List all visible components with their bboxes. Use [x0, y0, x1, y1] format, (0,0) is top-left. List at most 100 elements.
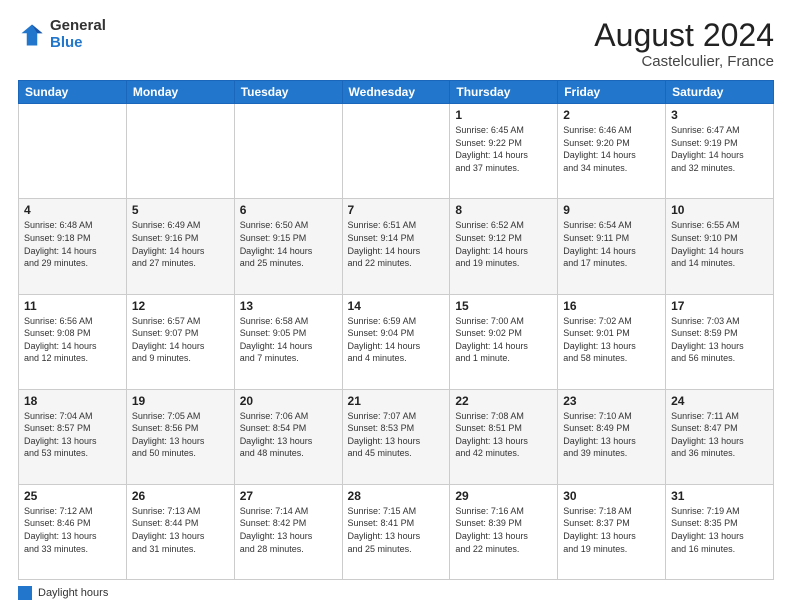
day-number: 3	[671, 108, 768, 122]
table-row: 16 Sunrise: 7:02 AM Sunset: 9:01 PM Dayli…	[558, 294, 666, 389]
day-number: 12	[132, 299, 229, 313]
day-info: Sunrise: 7:16 AM Sunset: 8:39 PM Dayligh…	[455, 505, 552, 555]
day-number: 25	[24, 489, 121, 503]
table-row: 2Sunrise: 6:46 AM Sunset: 9:20 PM Daylig…	[558, 104, 666, 199]
day-number: 11	[24, 299, 121, 313]
day-number: 28	[348, 489, 445, 503]
legend-color-box	[18, 586, 32, 600]
day-info: Sunrise: 7:00 AM Sunset: 9:02 PM Dayligh…	[455, 315, 552, 365]
table-row: 23 Sunrise: 7:10 AM Sunset: 8:49 PM Dayli…	[558, 389, 666, 484]
table-row: 3 Sunrise: 6:47 AM Sunset: 9:19 PM Daylig…	[666, 104, 774, 199]
calendar-week-row: 1 Sunrise: 6:45 AM Sunset: 9:22 PM Daylig…	[19, 104, 774, 199]
day-number: 30	[563, 489, 660, 503]
table-row: 26 Sunrise: 7:13 AM Sunset: 8:44 PM Dayli…	[126, 484, 234, 579]
day-number: 29	[455, 489, 552, 503]
day-number: 23	[563, 394, 660, 408]
day-info: Sunrise: 7:03 AM Sunset: 8:59 PM Dayligh…	[671, 315, 768, 365]
day-info: Sunrise: 6:58 AM Sunset: 9:05 PM Dayligh…	[240, 315, 337, 365]
col-sunday: Sunday	[19, 81, 127, 104]
day-number: 21	[348, 394, 445, 408]
day-number: 17	[671, 299, 768, 313]
day-number: 22	[455, 394, 552, 408]
table-row: 20Sunrise: 7:06 AM Sunset: 8:54 PM Dayli…	[234, 389, 342, 484]
day-info: Sunrise: 7:19 AM Sunset: 8:35 PM Dayligh…	[671, 505, 768, 555]
day-number: 16	[563, 299, 660, 313]
day-info: Sunrise: 6:54 AM Sunset: 9:11 PM Dayligh…	[563, 219, 660, 269]
calendar-week-row: 18Sunrise: 7:04 AM Sunset: 8:57 PM Dayli…	[19, 389, 774, 484]
col-monday: Monday	[126, 81, 234, 104]
table-row: 17 Sunrise: 7:03 AM Sunset: 8:59 PM Dayli…	[666, 294, 774, 389]
legend: Daylight hours	[18, 586, 774, 600]
col-thursday: Thursday	[450, 81, 558, 104]
day-info: Sunrise: 6:48 AM Sunset: 9:18 PM Dayligh…	[24, 219, 121, 269]
table-row: 25 Sunrise: 7:12 AM Sunset: 8:46 PM Dayli…	[19, 484, 127, 579]
day-info: Sunrise: 7:07 AM Sunset: 8:53 PM Dayligh…	[348, 410, 445, 460]
col-friday: Friday	[558, 81, 666, 104]
table-row: 14Sunrise: 6:59 AM Sunset: 9:04 PM Dayli…	[342, 294, 450, 389]
logo-general-text: General	[50, 18, 106, 35]
logo-icon	[18, 21, 46, 49]
day-info: Sunrise: 7:12 AM Sunset: 8:46 PM Dayligh…	[24, 505, 121, 555]
table-row: 30Sunrise: 7:18 AM Sunset: 8:37 PM Dayli…	[558, 484, 666, 579]
day-number: 6	[240, 203, 337, 217]
month-year-title: August 2024	[594, 18, 774, 53]
calendar-header-row: Sunday Monday Tuesday Wednesday Thursday…	[19, 81, 774, 104]
legend-label: Daylight hours	[38, 587, 108, 599]
table-row: 31 Sunrise: 7:19 AM Sunset: 8:35 PM Dayli…	[666, 484, 774, 579]
logo-blue-text: Blue	[50, 35, 106, 52]
table-row	[342, 104, 450, 199]
day-info: Sunrise: 7:04 AM Sunset: 8:57 PM Dayligh…	[24, 410, 121, 460]
day-number: 31	[671, 489, 768, 503]
table-row: 12 Sunrise: 6:57 AM Sunset: 9:07 PM Dayli…	[126, 294, 234, 389]
table-row: 4 Sunrise: 6:48 AM Sunset: 9:18 PM Daylig…	[19, 199, 127, 294]
day-info: Sunrise: 7:13 AM Sunset: 8:44 PM Dayligh…	[132, 505, 229, 555]
day-number: 1	[455, 108, 552, 122]
table-row: 18Sunrise: 7:04 AM Sunset: 8:57 PM Dayli…	[19, 389, 127, 484]
day-number: 13	[240, 299, 337, 313]
logo: General Blue	[18, 18, 106, 51]
table-row: 24Sunrise: 7:11 AM Sunset: 8:47 PM Dayli…	[666, 389, 774, 484]
table-row: 19 Sunrise: 7:05 AM Sunset: 8:56 PM Dayli…	[126, 389, 234, 484]
day-number: 24	[671, 394, 768, 408]
table-row: 5Sunrise: 6:49 AM Sunset: 9:16 PM Daylig…	[126, 199, 234, 294]
day-number: 10	[671, 203, 768, 217]
table-row: 27Sunrise: 7:14 AM Sunset: 8:42 PM Dayli…	[234, 484, 342, 579]
day-info: Sunrise: 6:51 AM Sunset: 9:14 PM Dayligh…	[348, 219, 445, 269]
table-row: 9 Sunrise: 6:54 AM Sunset: 9:11 PM Daylig…	[558, 199, 666, 294]
day-info: Sunrise: 6:45 AM Sunset: 9:22 PM Dayligh…	[455, 124, 552, 174]
table-row: 6 Sunrise: 6:50 AM Sunset: 9:15 PM Daylig…	[234, 199, 342, 294]
table-row: 1 Sunrise: 6:45 AM Sunset: 9:22 PM Daylig…	[450, 104, 558, 199]
day-info: Sunrise: 7:08 AM Sunset: 8:51 PM Dayligh…	[455, 410, 552, 460]
day-info: Sunrise: 7:15 AM Sunset: 8:41 PM Dayligh…	[348, 505, 445, 555]
day-number: 19	[132, 394, 229, 408]
table-row: 7 Sunrise: 6:51 AM Sunset: 9:14 PM Daylig…	[342, 199, 450, 294]
day-number: 9	[563, 203, 660, 217]
day-number: 2	[563, 108, 660, 122]
day-info: Sunrise: 6:47 AM Sunset: 9:19 PM Dayligh…	[671, 124, 768, 174]
logo-text: General Blue	[50, 18, 106, 51]
day-info: Sunrise: 6:55 AM Sunset: 9:10 PM Dayligh…	[671, 219, 768, 269]
day-info: Sunrise: 7:02 AM Sunset: 9:01 PM Dayligh…	[563, 315, 660, 365]
col-tuesday: Tuesday	[234, 81, 342, 104]
day-info: Sunrise: 6:52 AM Sunset: 9:12 PM Dayligh…	[455, 219, 552, 269]
header: General Blue August 2024 Castelculier, F…	[18, 18, 774, 70]
day-number: 5	[132, 203, 229, 217]
table-row: 13 Sunrise: 6:58 AM Sunset: 9:05 PM Dayli…	[234, 294, 342, 389]
table-row	[126, 104, 234, 199]
day-number: 4	[24, 203, 121, 217]
day-number: 15	[455, 299, 552, 313]
calendar-table: Sunday Monday Tuesday Wednesday Thursday…	[18, 80, 774, 580]
day-number: 26	[132, 489, 229, 503]
day-number: 27	[240, 489, 337, 503]
table-row	[19, 104, 127, 199]
title-block: August 2024 Castelculier, France	[594, 18, 774, 70]
table-row: 21 Sunrise: 7:07 AM Sunset: 8:53 PM Dayli…	[342, 389, 450, 484]
table-row: 10 Sunrise: 6:55 AM Sunset: 9:10 PM Dayli…	[666, 199, 774, 294]
location-subtitle: Castelculier, France	[594, 53, 774, 70]
day-info: Sunrise: 6:57 AM Sunset: 9:07 PM Dayligh…	[132, 315, 229, 365]
calendar-week-row: 11Sunrise: 6:56 AM Sunset: 9:08 PM Dayli…	[19, 294, 774, 389]
day-number: 7	[348, 203, 445, 217]
day-info: Sunrise: 6:50 AM Sunset: 9:15 PM Dayligh…	[240, 219, 337, 269]
day-info: Sunrise: 7:05 AM Sunset: 8:56 PM Dayligh…	[132, 410, 229, 460]
day-info: Sunrise: 7:10 AM Sunset: 8:49 PM Dayligh…	[563, 410, 660, 460]
